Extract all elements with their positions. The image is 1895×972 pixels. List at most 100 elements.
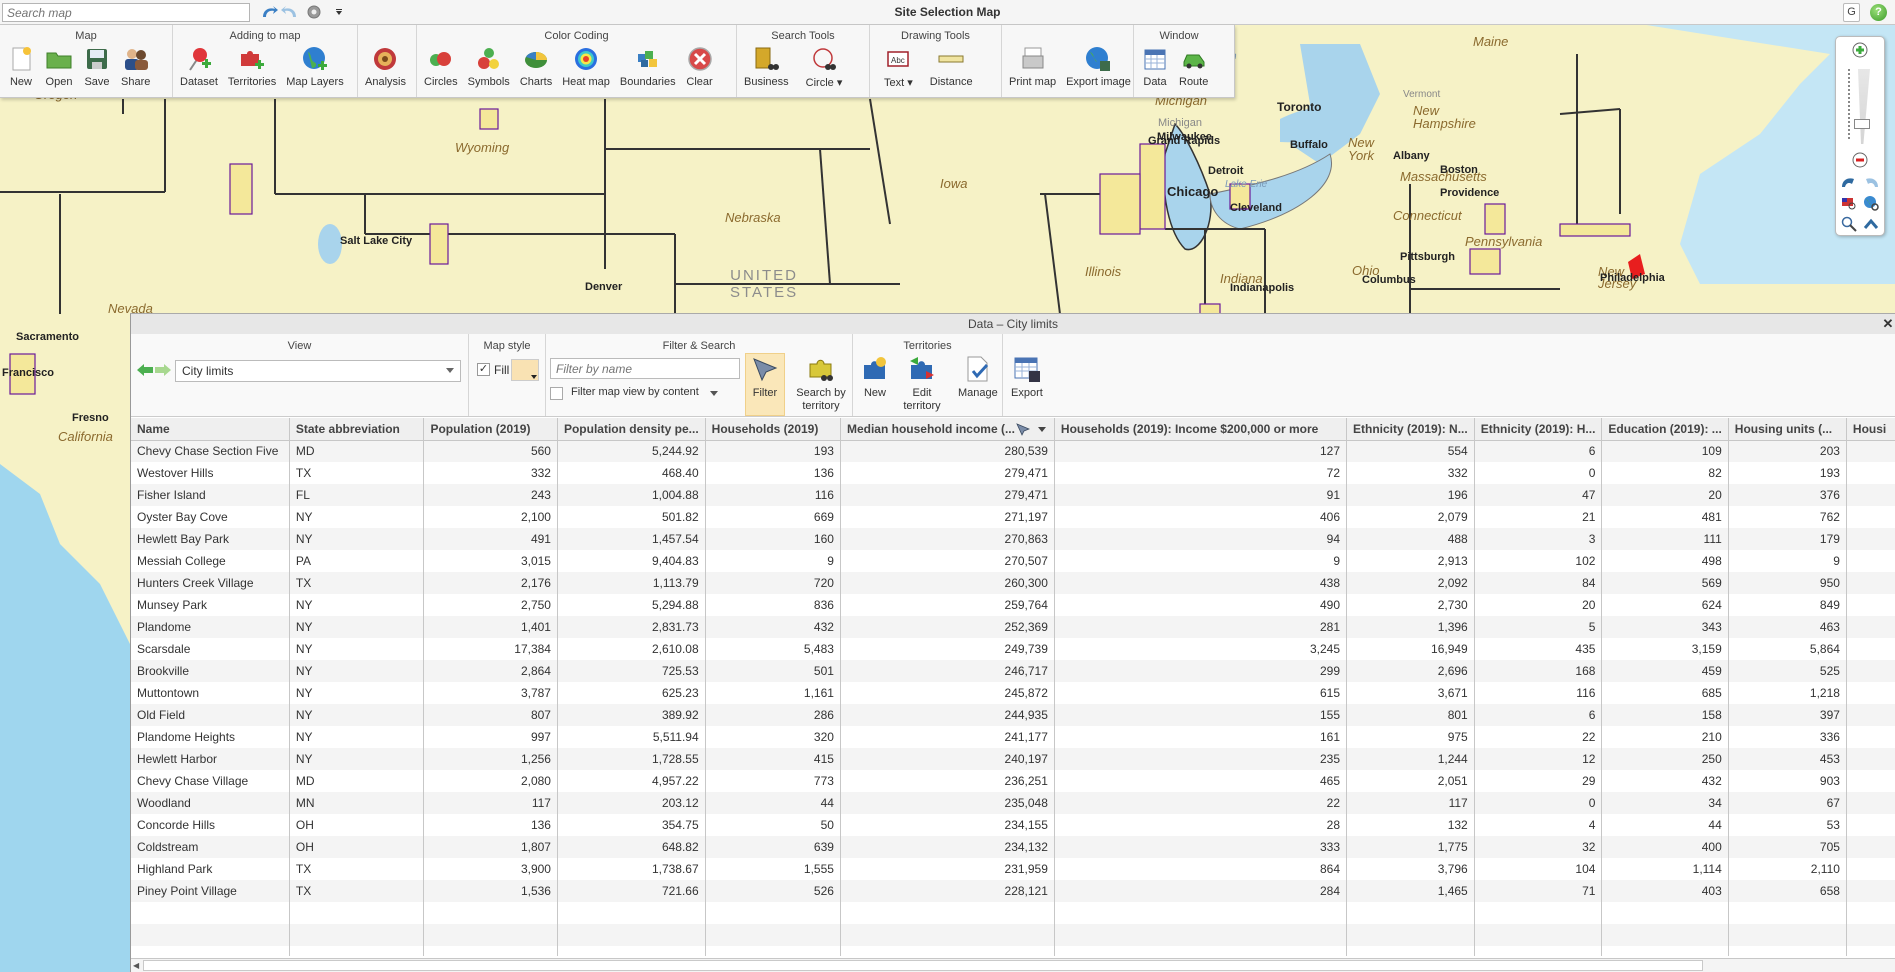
symbols-button[interactable]: Symbols — [463, 45, 515, 88]
table-cell[interactable]: 1,536 — [423, 880, 558, 902]
open-button[interactable]: Open — [40, 45, 78, 88]
table-cell[interactable]: 554 — [1346, 440, 1475, 462]
table-cell[interactable]: 725.53 — [557, 660, 706, 682]
table-cell[interactable]: Fisher Island — [131, 484, 290, 506]
table-cell[interactable]: NY — [289, 726, 425, 748]
table-cell[interactable] — [1846, 638, 1895, 660]
table-cell[interactable]: 1,807 — [423, 836, 558, 858]
table-cell[interactable]: 332 — [423, 462, 558, 484]
table-cell[interactable]: 241,177 — [840, 726, 1055, 748]
table-row[interactable]: Chevy Chase Section Five MD 560 5,244.92 193… — [131, 440, 1895, 462]
map-undo-icon[interactable] — [1840, 173, 1858, 191]
fill-checkbox[interactable]: ✓ — [477, 363, 490, 376]
table-cell[interactable]: 235 — [1054, 748, 1348, 770]
table-cell[interactable]: 161 — [1054, 726, 1348, 748]
zoom-in-icon[interactable] — [1851, 41, 1869, 59]
table-cell[interactable]: 438 — [1054, 572, 1348, 594]
sort-descending-icon[interactable] — [1037, 427, 1046, 432]
table-cell[interactable]: 245,872 — [840, 682, 1055, 704]
table-row[interactable]: Piney Point Village TX 1,536 721.66 526 228,1… — [131, 880, 1895, 902]
heat-map-button[interactable]: Heat map — [557, 45, 615, 88]
table-cell[interactable] — [1846, 528, 1895, 550]
table-cell[interactable]: 2,696 — [1346, 660, 1475, 682]
magnifier-icon[interactable] — [1840, 215, 1858, 233]
share-button[interactable]: Share — [116, 45, 155, 88]
table-cell[interactable]: 299 — [1054, 660, 1348, 682]
charts-button[interactable]: Charts — [515, 45, 557, 88]
table-cell[interactable] — [1846, 550, 1895, 572]
table-cell[interactable]: 400 — [1601, 836, 1729, 858]
table-cell[interactable]: 22 — [1474, 726, 1603, 748]
table-cell[interactable]: 67 — [1728, 792, 1847, 814]
table-cell[interactable]: 648.82 — [557, 836, 706, 858]
table-cell[interactable]: 2,610.08 — [557, 638, 706, 660]
export-button[interactable]: Export — [1006, 354, 1048, 400]
scroll-left-arrow-icon[interactable]: ◀ — [133, 961, 143, 971]
table-cell[interactable]: 158 — [1601, 704, 1729, 726]
column-header[interactable]: Housi — [1846, 418, 1895, 441]
column-header[interactable]: Population density pe... — [557, 418, 706, 441]
table-cell[interactable] — [1846, 770, 1895, 792]
table-cell[interactable]: 3,671 — [1346, 682, 1475, 704]
table-cell[interactable]: 343 — [1601, 616, 1729, 638]
search-map-input[interactable] — [2, 3, 250, 22]
table-cell[interactable]: 136 — [423, 814, 558, 836]
table-cell[interactable]: 3,900 — [423, 858, 558, 880]
table-cell[interactable]: 615 — [1054, 682, 1348, 704]
table-cell[interactable] — [1846, 880, 1895, 902]
table-cell[interactable]: 488 — [1346, 528, 1475, 550]
table-cell[interactable]: 280,539 — [840, 440, 1055, 462]
table-row[interactable]: Muttontown NY 3,787 625.23 1,161 245,872 615 3,… — [131, 682, 1895, 704]
table-cell[interactable]: 270,863 — [840, 528, 1055, 550]
distance-button[interactable]: Distance — [925, 45, 978, 89]
table-cell[interactable]: 72 — [1054, 462, 1348, 484]
table-cell[interactable]: 415 — [705, 748, 841, 770]
analysis-button[interactable]: Analysis — [360, 45, 411, 88]
table-cell[interactable]: 490 — [1054, 594, 1348, 616]
table-cell[interactable]: NY — [289, 506, 425, 528]
territories-button[interactable]: Territories — [223, 45, 281, 88]
zoom-to-world-icon[interactable] — [1862, 194, 1880, 212]
dataset-button[interactable]: Dataset — [175, 45, 223, 88]
table-cell[interactable]: NY — [289, 704, 425, 726]
table-row[interactable]: Concorde Hills OH 136 354.75 50 234,155 28 132 4… — [131, 814, 1895, 836]
table-cell[interactable]: 91 — [1054, 484, 1348, 506]
table-cell[interactable] — [1846, 484, 1895, 506]
table-cell[interactable]: 3,245 — [1054, 638, 1348, 660]
table-cell[interactable]: 1,775 — [1346, 836, 1475, 858]
table-cell[interactable]: Hewlett Harbor — [131, 748, 290, 770]
table-cell[interactable]: 228,121 — [840, 880, 1055, 902]
table-cell[interactable]: 1,401 — [423, 616, 558, 638]
table-cell[interactable]: 526 — [705, 880, 841, 902]
table-cell[interactable]: 155 — [1054, 704, 1348, 726]
table-row[interactable]: Woodland MN 117 203.12 44 235,048 22 117 0 34 67 — [131, 792, 1895, 814]
table-cell[interactable] — [1846, 726, 1895, 748]
table-cell[interactable]: NY — [289, 616, 425, 638]
table-cell[interactable] — [1846, 572, 1895, 594]
table-cell[interactable]: NY — [289, 638, 425, 660]
table-cell[interactable]: 82 — [1601, 462, 1729, 484]
table-cell[interactable]: Coldstream — [131, 836, 290, 858]
table-cell[interactable]: 669 — [705, 506, 841, 528]
table-cell[interactable]: 432 — [1601, 770, 1729, 792]
table-cell[interactable] — [1846, 660, 1895, 682]
column-header[interactable]: Name — [131, 418, 290, 441]
table-cell[interactable] — [1846, 704, 1895, 726]
table-cell[interactable]: 243 — [423, 484, 558, 506]
table-cell[interactable]: Chevy Chase Village — [131, 770, 290, 792]
table-cell[interactable]: 20 — [1474, 594, 1603, 616]
table-cell[interactable]: 354.75 — [557, 814, 706, 836]
edit-territory-button[interactable]: Edit territory — [898, 354, 946, 413]
table-cell[interactable]: 3,796 — [1346, 858, 1475, 880]
table-cell[interactable]: 569 — [1601, 572, 1729, 594]
table-cell[interactable]: 849 — [1728, 594, 1847, 616]
table-cell[interactable]: TX — [289, 880, 425, 902]
table-cell[interactable]: 16,949 — [1346, 638, 1475, 660]
table-cell[interactable] — [1846, 792, 1895, 814]
table-cell[interactable]: 111 — [1601, 528, 1729, 550]
table-cell[interactable]: 44 — [1601, 814, 1729, 836]
table-cell[interactable]: TX — [289, 572, 425, 594]
boundaries-button[interactable]: Boundaries — [615, 45, 681, 88]
google-button[interactable]: G — [1843, 3, 1860, 22]
table-cell[interactable]: 2,831.73 — [557, 616, 706, 638]
